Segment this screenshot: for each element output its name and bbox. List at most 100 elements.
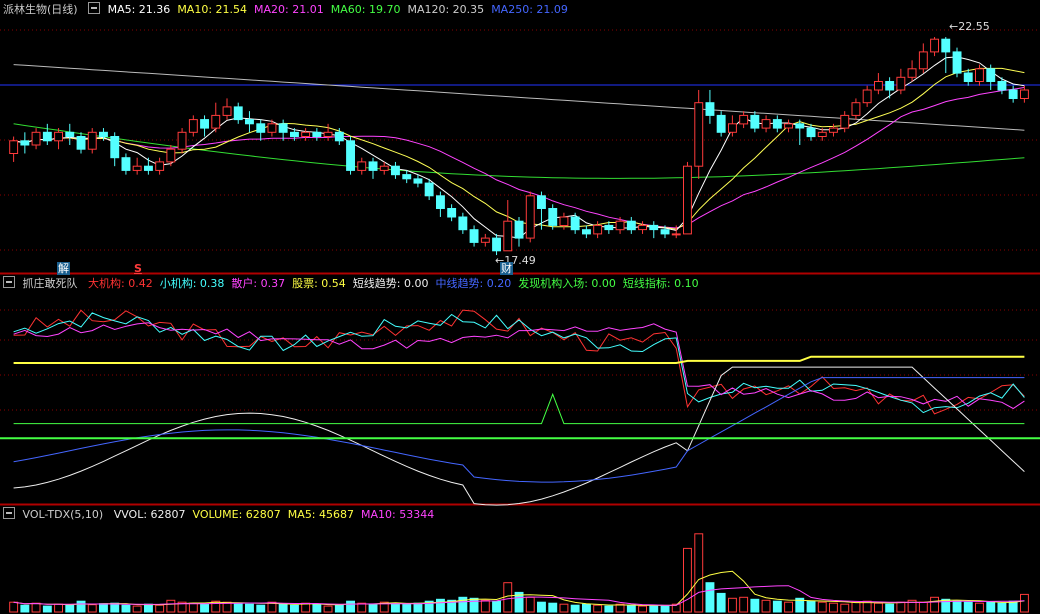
volume-bar [110,602,120,613]
volume-bar [896,601,906,613]
volume-bar [233,602,243,613]
unlock-marker[interactable]: 解 [57,262,70,275]
ma-legend-item: MA120: 20.35 [407,3,485,16]
candle-body [806,127,816,138]
candle-body [144,165,153,171]
candle-body [99,131,108,138]
volume-bar [290,604,299,613]
candle-body [683,165,692,235]
volume-bar [391,602,400,613]
candle-body [290,131,299,138]
volume-bar [761,599,771,613]
volume-bar [817,601,827,613]
volume-bar [20,604,30,613]
volume-legend-item: VVOL: 62807 [113,508,186,521]
volume-bars [9,533,1029,613]
indicator-legend-items: 大机构: 0.42 小机构: 0.38 散户: 0.37 股票: 0.54 短线趋势: … [88,277,706,290]
volume-bar [705,582,715,613]
volume-bar [256,604,266,613]
candle-body [76,136,86,150]
candlestick-series [9,37,1029,256]
volume-bar [323,605,333,613]
candle-body [301,131,311,138]
candle-body [278,123,288,133]
candle-body [728,123,737,133]
grid-lines [0,29,1040,506]
candle-body [177,131,187,150]
main-title[interactable]: 派林生物(日线) [3,3,78,16]
candle-body [200,119,210,129]
candle-body [87,131,97,150]
indicator-title[interactable]: 抓庄敢死队 [23,277,78,290]
candle-body [559,216,569,226]
candle-body [379,165,389,171]
candle-body [447,208,457,218]
collapse-icon[interactable] [88,2,101,14]
volume-bar [166,599,176,613]
candle-body [907,68,917,78]
candle-body [649,224,659,231]
candle-body [817,131,827,138]
collapse-icon[interactable] [3,507,15,519]
candle-body [480,237,490,243]
candle-body [155,161,165,171]
candle-body [334,131,344,142]
volume-bar [87,604,97,613]
volume-legend: VOL-TDX(5,10) VVOL: 62807 VOLUME: 62807 MA… [3,507,441,523]
candle-body [885,81,895,91]
volume-bar [144,603,153,613]
arrow-icon: ← [949,20,959,33]
volume-bar [570,604,580,613]
candle-body [256,123,266,133]
candle-body [436,195,445,210]
candle-body [42,131,52,142]
candle-body [1008,89,1018,99]
candle-body [525,195,535,239]
volume-bar [874,602,883,613]
candle-body [267,123,277,133]
candle-body [166,148,176,163]
volume-bar [649,604,659,613]
candle-body [458,216,468,231]
volume-bar [930,596,939,613]
signal-marker[interactable]: S [133,262,143,275]
indicator-legend: 抓庄敢死队 大机构: 0.42 小机构: 0.38 散户: 0.37 股票: 0.54… [3,276,706,292]
volume-bar [604,605,614,613]
candle-body [54,131,63,142]
candle-body [593,224,603,235]
volume-bar [582,603,591,613]
volume-bar [65,604,75,613]
candle-body [132,165,142,171]
volume-title[interactable]: VOL-TDX(5,10) [23,508,104,521]
candle-body [368,161,378,171]
institution-entry-line [13,392,1025,425]
volume-bar [99,603,108,613]
candle-body [952,51,962,74]
finance-marker[interactable]: 财 [500,262,513,275]
indicator-legend-item: 大机构: 0.42 [88,277,153,290]
candle-body [761,119,771,129]
volume-bar [492,600,502,613]
indicator-legend-item: 散户: 0.37 [231,277,286,290]
volume-bar [548,602,558,613]
ma5-line [13,56,1025,239]
volume-bar [806,600,816,613]
volume-bar [829,602,838,613]
candle-body [963,72,973,82]
volume-bar [975,602,984,613]
candle-body [638,224,647,231]
volume-legend-item: MA10: 53344 [361,508,435,521]
volume-bar [76,600,86,613]
candle-body [222,106,232,116]
candle-body [514,220,524,239]
candle-body [346,140,356,171]
candle-body [570,216,580,231]
volume-bar [436,598,445,613]
candle-body [986,68,996,83]
volume-bar [963,601,973,613]
candle-body [660,229,670,235]
collapse-icon[interactable] [3,276,15,288]
volume-bar [851,601,861,613]
volume-bar [413,602,423,613]
volume-bar [986,601,996,613]
